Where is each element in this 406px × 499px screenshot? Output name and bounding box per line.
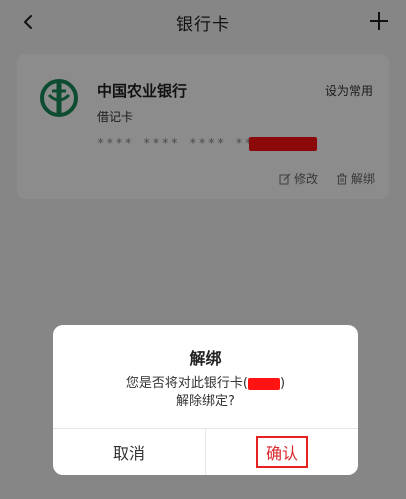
cancel-button[interactable]: 取消 xyxy=(53,429,205,475)
dialog-message-suffix: ) xyxy=(280,376,286,391)
confirm-label: 确认 xyxy=(255,436,308,468)
dialog-title: 解绑 xyxy=(189,349,222,368)
confirm-button[interactable]: 确认 xyxy=(206,429,358,475)
dialog-message: 您是否将对此银行卡() 解除绑定? xyxy=(53,375,358,411)
dialog-message-line1: 您是否将对此银行卡() xyxy=(53,375,358,393)
unbind-dialog: 解绑 您是否将对此银行卡() 解除绑定? 取消 确认 xyxy=(53,325,358,475)
dialog-message-line2: 解除绑定? xyxy=(176,394,235,409)
dialog-card-redaction xyxy=(248,377,280,390)
dialog-actions: 取消 确认 xyxy=(53,428,358,475)
dialog-message-prefix: 您是否将对此银行卡( xyxy=(125,376,248,391)
